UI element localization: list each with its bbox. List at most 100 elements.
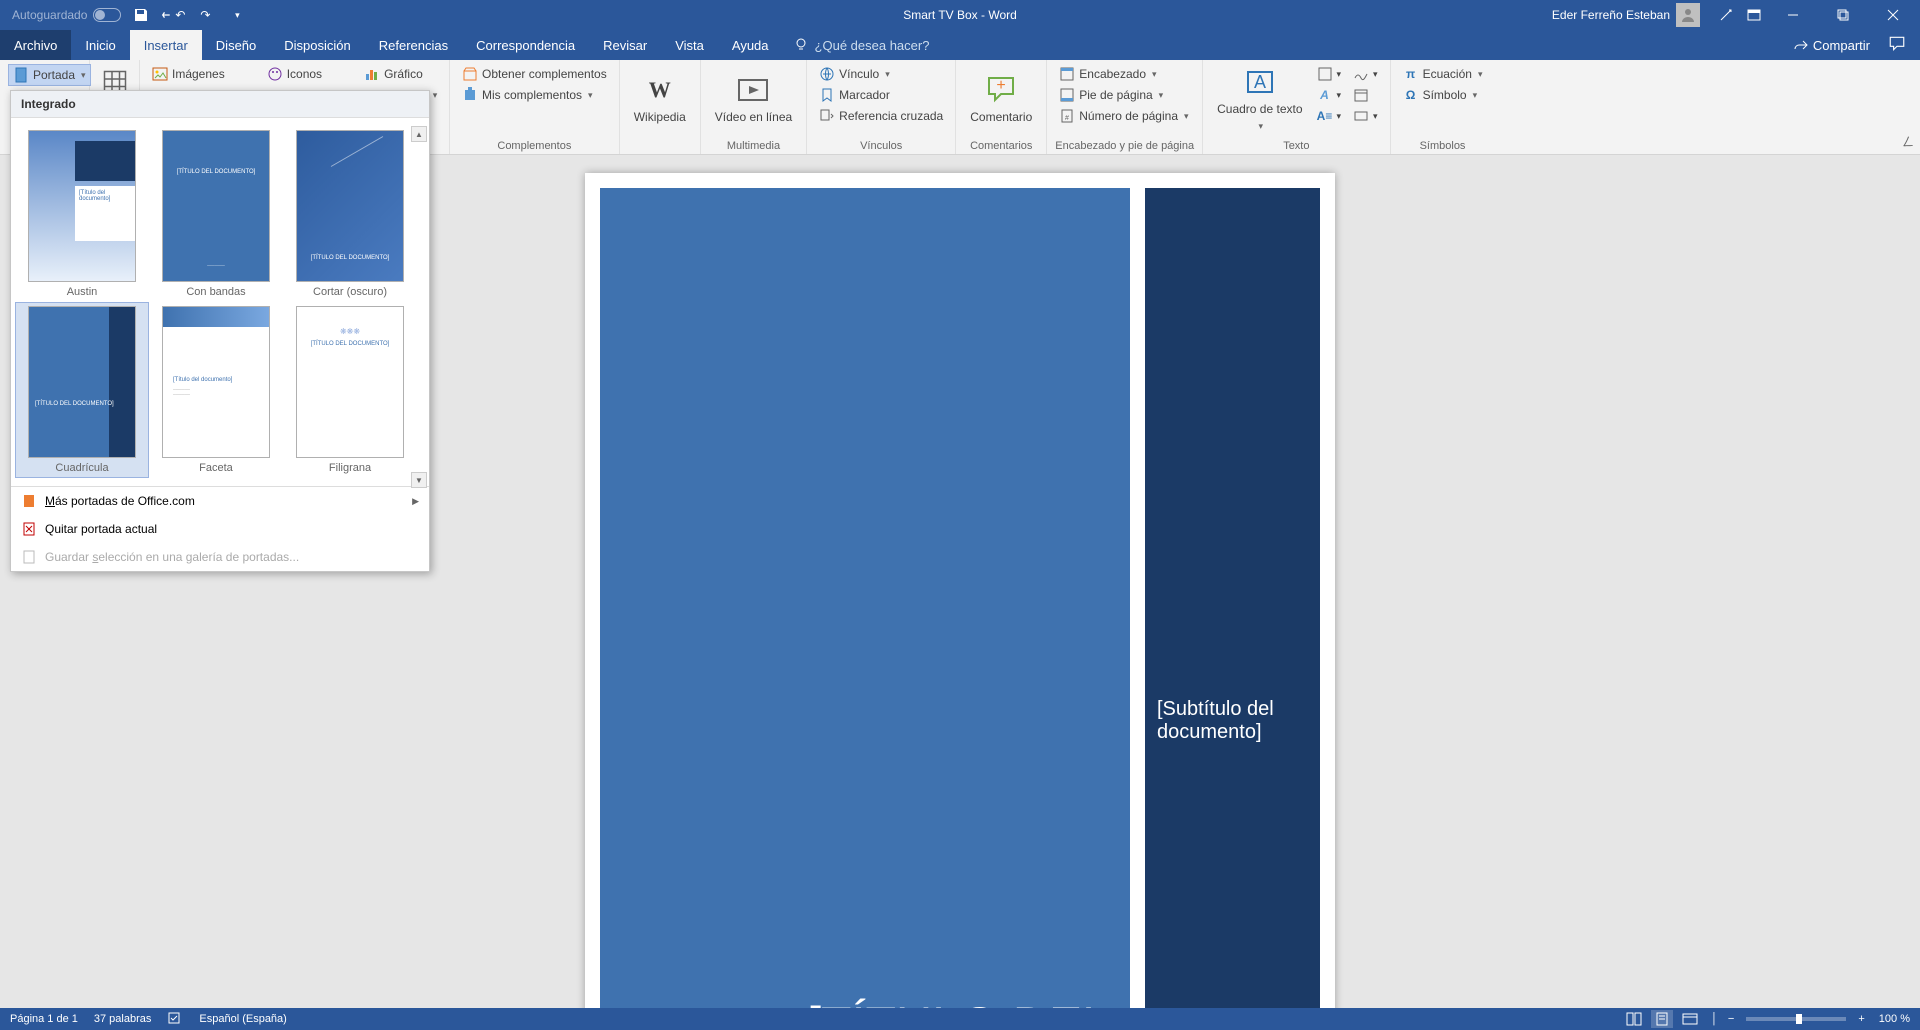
- images-button[interactable]: Imágenes: [148, 64, 229, 84]
- collapse-ribbon-icon[interactable]: ㄥ: [1902, 133, 1914, 150]
- cover-option-filigrana[interactable]: ❋❋❋[TÍTULO DEL DOCUMENTO] Filigrana: [283, 302, 417, 478]
- group-simbolos: Símbolos: [1399, 138, 1487, 152]
- autosave-toggle[interactable]: Autoguardado: [12, 8, 121, 22]
- tab-ayuda[interactable]: Ayuda: [718, 30, 783, 60]
- undo-icon[interactable]: ↶: [161, 3, 185, 27]
- store-icon: [462, 66, 478, 82]
- ribbon-display-icon[interactable]: [1742, 3, 1766, 27]
- print-layout-icon[interactable]: [1651, 1010, 1673, 1028]
- cover-option-austin[interactable]: [Título del documento] Austin: [15, 126, 149, 302]
- online-video-button[interactable]: Vídeo en línea: [709, 64, 798, 134]
- cross-ref-button[interactable]: Referencia cruzada: [815, 106, 947, 126]
- remove-cover[interactable]: Quitar portada actual: [11, 515, 429, 543]
- addins-icon: [462, 87, 478, 103]
- language-indicator[interactable]: Español (España): [199, 1013, 286, 1025]
- tab-vista[interactable]: Vista: [661, 30, 718, 60]
- link-icon: [819, 66, 835, 82]
- maximize-button[interactable]: [1820, 0, 1866, 30]
- submenu-arrow-icon: ▶: [412, 496, 419, 507]
- cover-option-cortar[interactable]: [TÍTULO DEL DOCUMENTO] Cortar (oscuro): [283, 126, 417, 302]
- user-name: Eder Ferreño Esteban: [1552, 8, 1670, 22]
- tab-file[interactable]: Archivo: [0, 30, 71, 60]
- icons-button[interactable]: Iconos: [263, 64, 326, 84]
- symbol-icon: Ω: [1403, 87, 1419, 103]
- zoom-slider[interactable]: [1746, 1017, 1846, 1021]
- page[interactable]: [TÍTULO DEL DOCUMENTO] [Subtítulo del do…: [585, 173, 1335, 1008]
- zoom-in-button[interactable]: +: [1858, 1013, 1864, 1025]
- save-icon[interactable]: [129, 3, 153, 27]
- save-selection-gallery: Guardar selección en una galería de port…: [11, 543, 429, 571]
- tab-disposicion[interactable]: Disposición: [270, 30, 364, 60]
- signature-icon: [1353, 66, 1369, 82]
- link-button[interactable]: Vínculo: [815, 64, 947, 84]
- page-number-icon: #: [1059, 108, 1075, 124]
- comment-label: Comentario: [970, 110, 1032, 124]
- minimize-button[interactable]: [1770, 0, 1816, 30]
- my-addins-button[interactable]: Mis complementos: [458, 85, 611, 105]
- cover-right-panel[interactable]: [Subtítulo del documento]: [1145, 188, 1320, 1008]
- zoom-out-button[interactable]: −: [1728, 1013, 1734, 1025]
- read-mode-icon[interactable]: [1623, 1010, 1645, 1028]
- document-title-placeholder[interactable]: [TÍTULO DEL DOCUMENTO]: [600, 998, 1110, 1008]
- document-subtitle-placeholder[interactable]: [Subtítulo del documento]: [1157, 698, 1308, 744]
- video-icon: [737, 74, 769, 106]
- comment-button[interactable]: + Comentario: [964, 64, 1038, 134]
- text-box-button[interactable]: A Cuadro de texto: [1211, 64, 1308, 134]
- cover-page-gallery: Integrado [Título del documento] Austin …: [10, 90, 430, 572]
- object-button[interactable]: ▾: [1349, 106, 1382, 126]
- user-account[interactable]: Eder Ferreño Esteban: [1552, 3, 1700, 27]
- remove-cover-label: Quitar portada actual: [45, 522, 157, 536]
- header-button[interactable]: Encabezado: [1055, 64, 1192, 84]
- redo-icon[interactable]: ↷: [193, 3, 217, 27]
- tab-revisar[interactable]: Revisar: [589, 30, 661, 60]
- quick-parts-button[interactable]: ▾: [1313, 64, 1346, 84]
- tab-diseno[interactable]: Diseño: [202, 30, 270, 60]
- header-icon: [1059, 66, 1075, 82]
- chart-button[interactable]: Gráfico: [360, 64, 441, 84]
- date-time-button[interactable]: [1349, 85, 1382, 105]
- cover-page-button[interactable]: Portada: [8, 64, 91, 86]
- drop-cap-button[interactable]: A≡▾: [1313, 106, 1346, 126]
- qat-customize-icon[interactable]: ▾: [225, 3, 249, 27]
- cover-left-panel[interactable]: [TÍTULO DEL DOCUMENTO]: [600, 188, 1130, 1008]
- tab-inicio[interactable]: Inicio: [71, 30, 129, 60]
- word-count[interactable]: 37 palabras: [94, 1013, 152, 1025]
- tab-insertar[interactable]: Insertar: [130, 30, 202, 60]
- comments-pane-icon[interactable]: [1888, 35, 1906, 56]
- symbol-button[interactable]: ΩSímbolo: [1399, 85, 1487, 105]
- object-icon: [1353, 108, 1369, 124]
- gallery-scroll-down[interactable]: ▼: [411, 472, 427, 488]
- group-multimedia: Multimedia: [709, 138, 798, 152]
- close-button[interactable]: [1870, 0, 1916, 30]
- zoom-level[interactable]: 100 %: [1879, 1013, 1910, 1025]
- status-bar: Página 1 de 1 37 palabras Español (Españ…: [0, 1008, 1920, 1030]
- spell-check-icon[interactable]: [167, 1010, 183, 1029]
- gallery-scroll-up[interactable]: ▲: [411, 126, 427, 142]
- page-number-button[interactable]: #Número de página: [1055, 106, 1192, 126]
- cover-option-faceta[interactable]: [Título del documento]──────────── Facet…: [149, 302, 283, 478]
- group-texto: Texto: [1211, 138, 1381, 152]
- wikipedia-button[interactable]: W Wikipedia: [628, 64, 692, 134]
- signature-button[interactable]: ▾: [1349, 64, 1382, 84]
- bookmark-button[interactable]: Marcador: [815, 85, 947, 105]
- footer-label: Pie de página: [1079, 88, 1152, 102]
- coming-soon-icon[interactable]: [1714, 3, 1738, 27]
- text-box-icon: A: [1244, 66, 1276, 98]
- footer-button[interactable]: Pie de página: [1055, 85, 1192, 105]
- tell-me-search[interactable]: ¿Qué desea hacer?: [793, 30, 930, 60]
- video-label: Vídeo en línea: [715, 110, 792, 124]
- page-indicator[interactable]: Página 1 de 1: [10, 1013, 78, 1025]
- more-covers-office[interactable]: Más portadas de Office.com ▶: [11, 487, 429, 515]
- get-addins-button[interactable]: Obtener complementos: [458, 64, 611, 84]
- share-label: Compartir: [1813, 38, 1870, 53]
- web-layout-icon[interactable]: [1679, 1010, 1701, 1028]
- cover-option-con-bandas[interactable]: [TÍTULO DEL DOCUMENTO]───── Con bandas: [149, 126, 283, 302]
- tab-referencias[interactable]: Referencias: [365, 30, 462, 60]
- wordart-icon: A: [1317, 87, 1333, 103]
- chart-label: Gráfico: [384, 67, 423, 81]
- share-button[interactable]: Compartir: [1789, 35, 1874, 55]
- cover-option-cuadricula[interactable]: [TÍTULO DEL DOCUMENTO] Cuadrícula: [15, 302, 149, 478]
- wordart-button[interactable]: A▾: [1313, 85, 1346, 105]
- tab-correspondencia[interactable]: Correspondencia: [462, 30, 589, 60]
- equation-button[interactable]: πEcuación: [1399, 64, 1487, 84]
